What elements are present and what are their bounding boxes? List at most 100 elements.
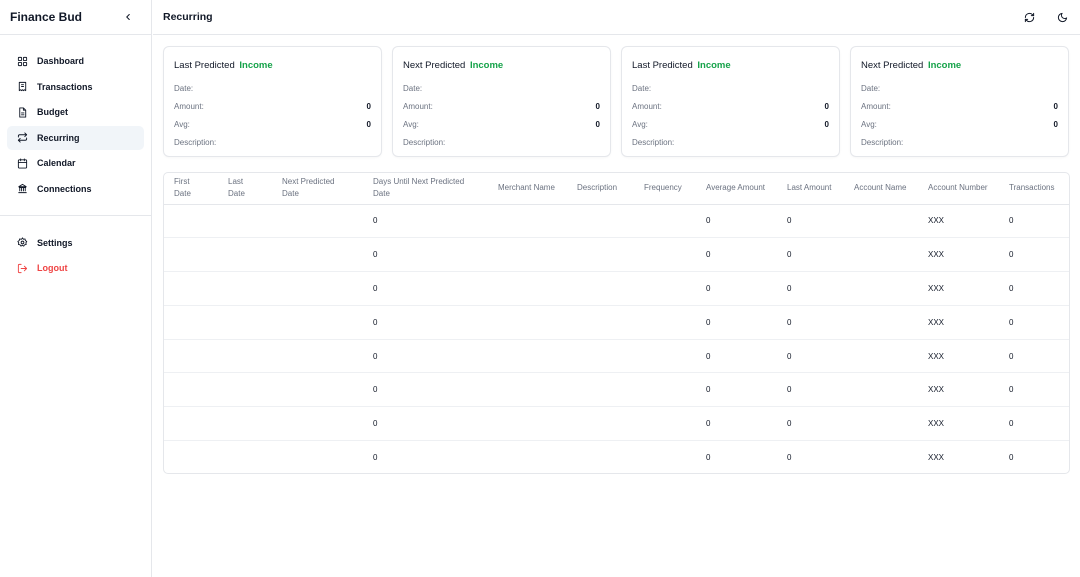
- table-cell: 0: [696, 204, 777, 239]
- sidebar-item-label: Settings: [37, 237, 73, 248]
- table-row[interactable]: 0 0 0 XXX 0: [164, 271, 1069, 306]
- logout-icon: [17, 263, 28, 273]
- table-cell: [272, 271, 363, 306]
- card-amount-value: 0: [1053, 102, 1058, 112]
- table-cell: [272, 372, 363, 408]
- table-cell: [488, 339, 567, 374]
- card-amount-value: 0: [595, 102, 600, 112]
- table-cell: XXX: [928, 453, 945, 463]
- table-cell: [634, 305, 696, 340]
- table-cell: [844, 204, 918, 239]
- table-cell: [567, 204, 634, 239]
- table-cell: 0: [777, 271, 844, 306]
- table-cell: [567, 271, 634, 306]
- table-cell: [634, 271, 696, 306]
- table-cell: 0: [999, 204, 1069, 239]
- table-cell: [634, 237, 696, 273]
- card-date-row: Date:: [632, 80, 829, 98]
- table-cell: [164, 339, 218, 374]
- column-header: Last Amount: [777, 173, 844, 205]
- card-avg-value: 0: [595, 119, 600, 129]
- table-cell: [218, 204, 272, 239]
- sidebar-item-label: Dashboard: [37, 56, 85, 66]
- table-cell: [488, 372, 567, 408]
- card-title-text: Next Predicted: [861, 60, 924, 71]
- sidebar-item-dashboard[interactable]: Dashboard: [7, 49, 144, 73]
- table-cell: XXX: [918, 406, 999, 442]
- sidebar-item-label: Recurring: [37, 132, 80, 143]
- table-cell: 0: [999, 339, 1069, 374]
- table-row[interactable]: 0 0 0 XXX 0: [164, 237, 1069, 273]
- chevron-left-icon: [126, 13, 130, 21]
- sidebar-item-budget[interactable]: Budget: [7, 100, 144, 124]
- table-cell: 0: [777, 339, 844, 374]
- card-title-highlight: Income: [239, 60, 273, 71]
- card-date-label: Date:: [174, 84, 194, 94]
- table-row[interactable]: 0 0 0 XXX 0: [164, 441, 1069, 473]
- table-cell: [567, 237, 634, 273]
- card-amount-row: Amount: 0: [403, 98, 600, 116]
- card-avg-label: Avg:: [861, 119, 877, 129]
- card-description-row: Description:: [403, 133, 600, 151]
- table-cell: [218, 305, 272, 340]
- table-cell: XXX: [918, 372, 999, 408]
- last-predicted-income-card-2: Last Predicted Income Date: Amount: 0 Avg…: [621, 46, 840, 157]
- table-cell: [567, 339, 634, 374]
- table-row[interactable]: 0 0 0 XXX 0: [164, 204, 1069, 239]
- refresh-button[interactable]: [1023, 11, 1035, 23]
- card-title-highlight: Income: [697, 60, 731, 71]
- sidebar-item-transactions[interactable]: Transactions: [7, 75, 144, 99]
- table-cell: [272, 204, 363, 239]
- collapse-sidebar-button[interactable]: [121, 10, 135, 24]
- sidebar-item-label: Transactions: [37, 81, 93, 92]
- table-row[interactable]: 0 0 0 XXX 0: [164, 372, 1069, 408]
- table-cell: [634, 406, 696, 442]
- card-description-label: Description:: [861, 137, 904, 147]
- card-avg-row: Avg: 0: [632, 116, 829, 134]
- card-amount-value: 0: [366, 102, 371, 112]
- table-row[interactable]: 0 0 0 XXX 0: [164, 305, 1069, 340]
- table-cell: [488, 237, 567, 273]
- table-cell: XXX: [918, 271, 999, 306]
- card-description-row: Description:: [861, 133, 1058, 151]
- table-cell: [488, 406, 567, 442]
- table-cell: [164, 271, 218, 306]
- table-cell: [164, 441, 218, 473]
- gear-icon: [17, 237, 28, 247]
- table-cell: [844, 372, 918, 408]
- card-amount-row: Amount: 0: [174, 98, 371, 116]
- column-header: First Date: [164, 173, 218, 205]
- table-cell: 0: [696, 339, 777, 374]
- column-header: Account Name: [844, 173, 918, 205]
- table-cell: [488, 204, 567, 239]
- column-header: Account Number: [918, 173, 999, 205]
- sidebar-item-calendar[interactable]: Calendar: [7, 151, 144, 175]
- column-header: Days Until Next Predicted Date: [363, 173, 488, 205]
- column-header: Last Date: [218, 173, 272, 205]
- table-cell: 0: [777, 204, 844, 239]
- table-row[interactable]: 0 0 0 XXX 0: [164, 339, 1069, 374]
- bank-icon: [18, 183, 27, 194]
- table-cell: [164, 406, 218, 442]
- table-row[interactable]: 0 0 0 XXX 0: [164, 406, 1069, 442]
- table-cell: [164, 372, 218, 408]
- table-cell: [567, 372, 634, 408]
- card-avg-label: Avg:: [403, 119, 419, 129]
- column-header: Frequency: [634, 173, 696, 205]
- table-cell: [567, 441, 634, 473]
- column-header: Average Amount: [696, 173, 777, 205]
- table-cell: 0: [999, 372, 1069, 408]
- sidebar-item-settings[interactable]: Settings: [7, 231, 144, 255]
- sidebar-item-connections[interactable]: Connections: [7, 177, 144, 201]
- table-cell: [164, 305, 218, 340]
- sidebar-item-recurring[interactable]: Recurring: [7, 125, 144, 150]
- recurring-table: First Date Last Date Next Predicted Date Da…: [164, 173, 1069, 473]
- table-cell: 0: [363, 237, 488, 273]
- table-cell: 0: [777, 406, 844, 442]
- dark-mode-toggle[interactable]: [1056, 11, 1068, 23]
- table-body: 0 0 0 XXX 0 0 0 0 XXX 0 0 0 0 XXX 0 0 0 0 XXX 0 0 0 0 XXX 0 0 0 0 XX…: [164, 204, 1069, 473]
- table-cell: [164, 237, 218, 273]
- table-cell: 0: [999, 237, 1069, 273]
- sidebar-item-logout[interactable]: Logout: [7, 256, 144, 280]
- repeat-icon: [17, 132, 28, 143]
